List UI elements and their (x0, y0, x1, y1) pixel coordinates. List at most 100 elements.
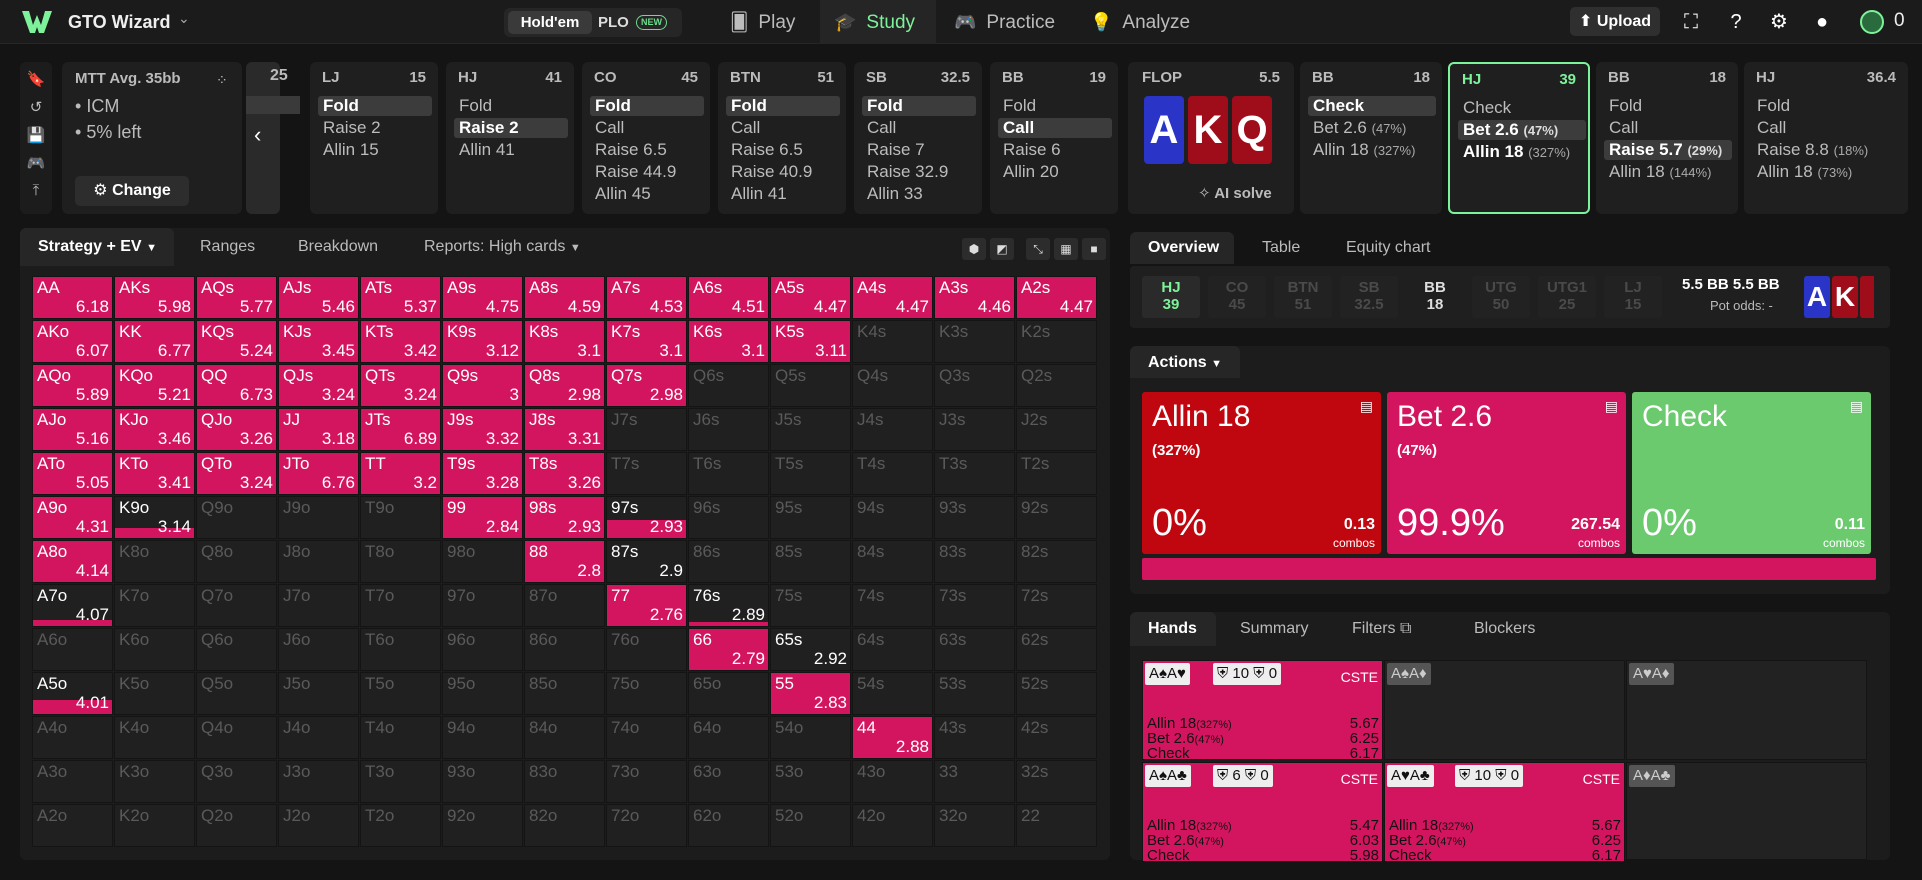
change-button[interactable]: ⚙ Change (75, 176, 189, 206)
range-cell[interactable]: K9s 3.12 (442, 320, 523, 363)
range-cell[interactable]: Q6s (688, 364, 769, 407)
range-cell[interactable]: 92o (442, 804, 523, 847)
action-option[interactable]: Call (590, 118, 704, 138)
action-option[interactable]: Call (862, 118, 976, 138)
range-cell[interactable]: A5s 4.47 (770, 276, 851, 319)
range-cell[interactable]: K2o (114, 804, 195, 847)
shrink-icon[interactable]: ⤡ (1026, 238, 1050, 260)
action-option[interactable]: Fold (998, 96, 1112, 116)
range-cell[interactable]: 42o (852, 804, 933, 847)
range-cell[interactable]: 94s (852, 496, 933, 539)
range-cell[interactable]: 84o (524, 716, 605, 759)
range-cell[interactable]: A8s 4.59 (524, 276, 605, 319)
range-cell[interactable]: 53o (770, 760, 851, 803)
tab-hands[interactable]: Hands (1130, 612, 1216, 646)
action-option[interactable]: Raise 5.7 (29%) (1604, 140, 1732, 160)
range-cell[interactable]: Q4o (196, 716, 277, 759)
range-cell[interactable]: 84s (852, 540, 933, 583)
range-cell[interactable]: Q4s (852, 364, 933, 407)
bookmark-icon[interactable]: 🔖 (26, 70, 46, 90)
range-cell[interactable]: 73o (606, 760, 687, 803)
range-cell[interactable]: Q5s (770, 364, 851, 407)
range-cell[interactable]: 82s (1016, 540, 1097, 583)
range-cell[interactable]: T7o (360, 584, 441, 627)
grid-icon[interactable]: ▦ (1054, 238, 1078, 260)
range-cell[interactable]: JJ 3.18 (278, 408, 359, 451)
range-cell[interactable]: KTs 3.42 (360, 320, 441, 363)
range-cell[interactable]: J7s (606, 408, 687, 451)
range-cell[interactable]: AKs 5.98 (114, 276, 195, 319)
range-cell[interactable]: 94o (442, 716, 523, 759)
range-cell[interactable]: Q8s 2.98 (524, 364, 605, 407)
range-cell[interactable]: J2o (278, 804, 359, 847)
range-cell[interactable]: 72s (1016, 584, 1097, 627)
range-cell[interactable]: K4s (852, 320, 933, 363)
range-cell[interactable]: J9s 3.32 (442, 408, 523, 451)
chevron-down-icon[interactable]: ⌄ (178, 10, 190, 27)
action-option[interactable]: Allin 18 (73%) (1752, 162, 1880, 182)
range-cell[interactable]: 42s (1016, 716, 1097, 759)
range-cell[interactable]: 86o (524, 628, 605, 671)
range-cell[interactable]: K6o (114, 628, 195, 671)
range-cell[interactable]: 72o (606, 804, 687, 847)
action-option[interactable]: Fold (862, 96, 976, 116)
range-cell[interactable]: T3s (934, 452, 1015, 495)
action-option[interactable]: Raise 40.9 (726, 162, 840, 182)
hand-combo-cell[interactable]: A♠A♥ ⛨ 10 ⛨ 0 CSTE Allin 18(327%) 5.67 Bet 2.… (1142, 660, 1383, 762)
range-cell[interactable]: 43o (852, 760, 933, 803)
seat-co[interactable]: CO 45 (1208, 276, 1266, 318)
square-icon[interactable]: ■ (1082, 238, 1106, 260)
tab-table[interactable]: Table (1262, 239, 1300, 257)
range-cell[interactable]: J3o (278, 760, 359, 803)
gamepad-icon[interactable]: 🎮 (26, 154, 46, 174)
action-box-2[interactable]: Check 0% 0.11 combos ▤ (1632, 392, 1871, 554)
seat-lj[interactable]: LJ 15 (1604, 276, 1662, 318)
range-cell[interactable]: 85o (524, 672, 605, 715)
action-option[interactable]: Fold (1752, 96, 1880, 116)
range-cell[interactable]: K3o (114, 760, 195, 803)
range-cell[interactable]: 54o (770, 716, 851, 759)
action-option[interactable]: Fold (590, 96, 704, 116)
range-cell[interactable]: J4o (278, 716, 359, 759)
tab-strategy-ev[interactable]: Strategy + EV ▼ (20, 228, 174, 266)
range-cell[interactable]: 96s (688, 496, 769, 539)
range-cell[interactable]: T6s (688, 452, 769, 495)
range-cell[interactable]: 32s (1016, 760, 1097, 803)
range-cell[interactable]: A9s 4.75 (442, 276, 523, 319)
seat-utg[interactable]: UTG 50 (1472, 276, 1530, 318)
nav-study[interactable]: 🎓 Study (820, 0, 936, 44)
brand-name[interactable]: GTO Wizard (68, 12, 171, 33)
range-cell[interactable]: T7s (606, 452, 687, 495)
action-option[interactable]: Raise 32.9 (862, 162, 976, 182)
hand-combo-cell[interactable]: A♠A♦ (1384, 660, 1625, 760)
range-cell[interactable]: 74s (852, 584, 933, 627)
gto-wizard-logo[interactable] (22, 9, 52, 35)
range-cell[interactable]: 83s (934, 540, 1015, 583)
range-cell[interactable]: 43s (934, 716, 1015, 759)
upload-button[interactable]: ⬆ Upload (1570, 7, 1660, 36)
range-cell[interactable]: 85s (770, 540, 851, 583)
range-cell[interactable]: 65s 2.92 (770, 628, 851, 671)
action-option[interactable]: Check (1308, 96, 1436, 116)
hand-combo-cell[interactable]: A♠A♣ ⛨ 6 ⛨ 0 CSTE Allin 18(327%) 5.47 Bet 2.6… (1142, 762, 1383, 864)
tab-equity-chart[interactable]: Equity chart (1346, 239, 1430, 257)
range-cell[interactable]: JTo 6.76 (278, 452, 359, 495)
range-cell[interactable]: A7o 4.07 (32, 584, 113, 627)
range-cell[interactable]: 53s (934, 672, 1015, 715)
range-cell[interactable]: K8s 3.1 (524, 320, 605, 363)
flop-card[interactable]: FLOP 5.5 A K Q ✧ AI solve (1128, 62, 1294, 214)
details-icon[interactable]: ▤ (1850, 398, 1863, 415)
range-cell[interactable]: Q8o (196, 540, 277, 583)
range-cell[interactable]: JTs 6.89 (360, 408, 441, 451)
range-cell[interactable]: Q7s 2.98 (606, 364, 687, 407)
holdem-toggle[interactable]: Hold'em (508, 11, 592, 34)
range-cell[interactable]: T8s 3.26 (524, 452, 605, 495)
range-cell[interactable]: 66 2.79 (688, 628, 769, 671)
help-icon[interactable]: ? (1723, 9, 1749, 35)
range-cell[interactable]: Q5o (196, 672, 277, 715)
range-cell[interactable]: 93o (442, 760, 523, 803)
range-cell[interactable]: QTs 3.24 (360, 364, 441, 407)
range-cell[interactable]: Q2s (1016, 364, 1097, 407)
action-option[interactable]: Allin 18 (144%) (1604, 162, 1732, 182)
range-cell[interactable]: A3o (32, 760, 113, 803)
